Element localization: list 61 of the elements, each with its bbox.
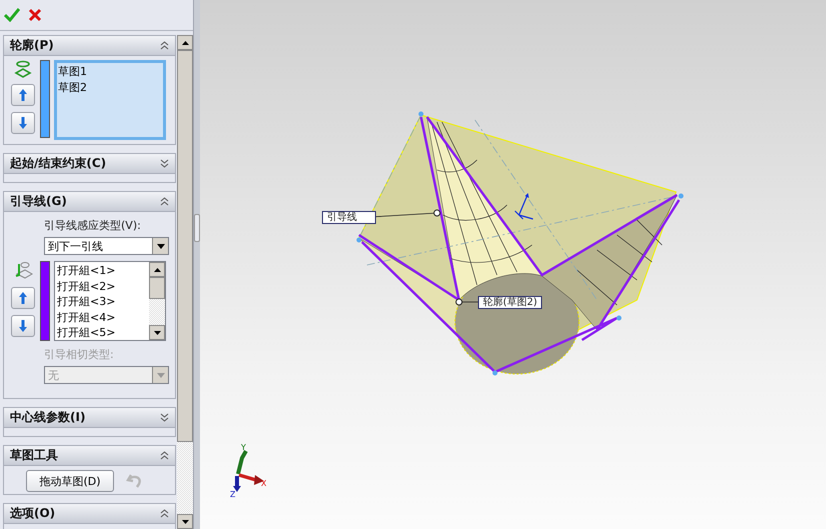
list-item[interactable]: 打开組<3>	[57, 294, 147, 310]
section-header[interactable]: 选项(O)	[4, 504, 175, 524]
arrow-up-icon	[18, 88, 28, 102]
move-up-button[interactable]	[11, 84, 35, 106]
section-title: 起始/结束约束(C)	[10, 155, 106, 172]
move-down-button[interactable]	[11, 112, 35, 134]
section-header[interactable]: 轮廓(P)	[4, 36, 175, 56]
list-item[interactable]: 打开組<1>	[57, 263, 147, 278]
arrow-down-icon	[18, 319, 28, 333]
list-item[interactable]: 打开組<4>	[57, 310, 147, 325]
scroll-thumb[interactable]	[177, 50, 193, 442]
scroll-down-button[interactable]	[177, 514, 193, 529]
close-button[interactable]	[28, 8, 42, 22]
expand-icon[interactable]	[160, 159, 169, 168]
axis-label: Z	[230, 490, 236, 499]
guide-curve-list[interactable]: 打开組<1> 打开組<2> 打开組<3> 打开組<4> 打开組<5>	[54, 261, 166, 341]
section-header[interactable]: 引导线(G)	[4, 192, 175, 212]
section-title: 中心线参数(I)	[10, 409, 86, 426]
axis-label: Y	[241, 443, 246, 452]
splitter-handle[interactable]	[194, 214, 200, 242]
guide-curve-icon	[13, 261, 33, 281]
dropdown[interactable]: 到下一引线	[44, 237, 169, 255]
expand-icon[interactable]	[160, 413, 169, 422]
section-title: 草图工具	[10, 447, 58, 464]
collapse-icon[interactable]	[160, 451, 169, 460]
callout-label: 轮廓(草图2)	[478, 296, 542, 309]
axis-label: X	[261, 479, 266, 488]
scroll-down-button[interactable]	[149, 325, 165, 340]
scroll-up-icon[interactable]	[154, 268, 160, 272]
list-item[interactable]: 草图2	[58, 80, 162, 95]
list-item[interactable]: 草图1	[58, 64, 162, 80]
scroll-thumb[interactable]	[149, 277, 165, 299]
arrow-down-icon	[18, 116, 28, 130]
profile-icon	[13, 60, 33, 78]
field-label: 引导相切类型:	[43, 347, 115, 362]
move-down-button[interactable]	[11, 315, 35, 337]
section-title: 选项(O)	[10, 505, 56, 522]
section-header[interactable]: 中心线参数(I)	[4, 408, 175, 428]
scroll-up-icon[interactable]	[182, 40, 188, 44]
collapse-icon[interactable]	[160, 41, 169, 50]
scroll-down-icon[interactable]	[182, 520, 188, 524]
drag-sketch-button[interactable]: 拖动草图(D)	[26, 470, 114, 492]
section-title: 轮廓(P)	[10, 37, 54, 54]
move-up-button[interactable]	[11, 287, 35, 309]
x-axis-arrow	[238, 473, 264, 485]
profile-list[interactable]: 草图1 草图2	[54, 60, 166, 140]
scroll-down-icon[interactable]	[154, 330, 160, 334]
list-item[interactable]: 打开組<2>	[57, 278, 147, 294]
section-title: 引导线(G)	[10, 193, 67, 210]
callout-label: 引导线	[322, 211, 376, 224]
arrow-up-icon	[18, 291, 28, 305]
section-header[interactable]: 起始/结束约束(C)	[4, 154, 175, 174]
list-item[interactable]: 打开組<5>	[57, 325, 147, 340]
scroll-up-button[interactable]	[149, 262, 165, 277]
section-header[interactable]: 草图工具	[4, 446, 175, 466]
collapse-icon[interactable]	[160, 197, 169, 206]
field-label: 引导线感应类型(V):	[43, 218, 142, 233]
scroll-up-button[interactable]	[177, 35, 193, 50]
collapse-icon[interactable]	[160, 509, 169, 518]
z-axis-arrow	[233, 476, 241, 492]
origin-axes-icon	[514, 193, 534, 220]
